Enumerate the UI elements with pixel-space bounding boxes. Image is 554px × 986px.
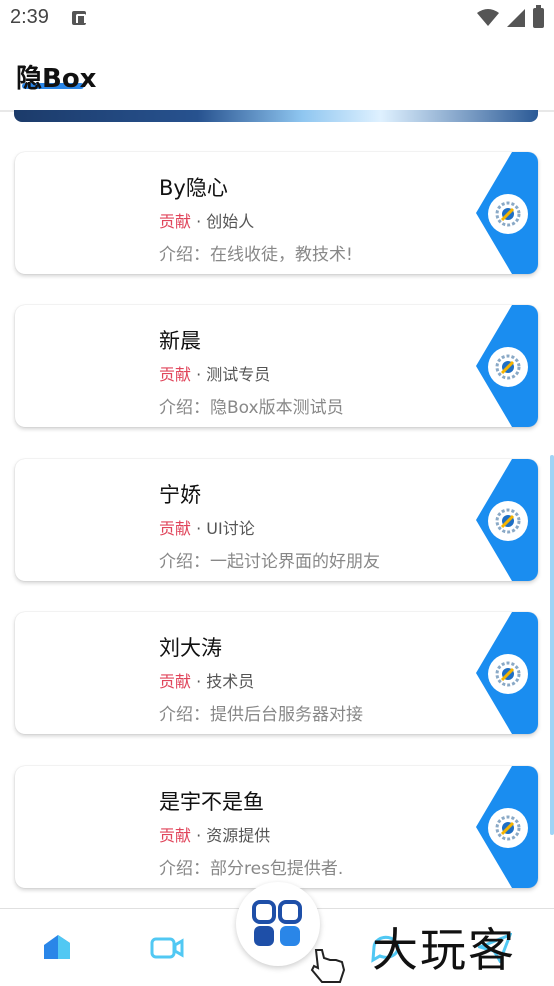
- member-intro: 介绍：隐Box版本测试员: [159, 398, 344, 418]
- member-card[interactable]: 是宇不是鱼 贡献 · 资源提供 介绍：部分res包提供者.: [15, 766, 538, 888]
- member-card[interactable]: By隐心 贡献 · 创始人 介绍：在线收徒，教技术!: [15, 152, 538, 274]
- member-name: 宁娇: [159, 483, 201, 507]
- banner-image[interactable]: [14, 110, 538, 122]
- member-role: 贡献 · UI讨论: [159, 515, 255, 539]
- member-intro: 介绍：提供后台服务器对接: [159, 705, 363, 725]
- settings-avatar-icon: [488, 501, 528, 541]
- role-tag: 贡献: [159, 519, 192, 538]
- settings-avatar-icon: [488, 194, 528, 234]
- member-name: By隐心: [159, 176, 228, 200]
- member-role: 贡献 · 技术员: [159, 668, 254, 692]
- status-bar: 2:39: [0, 0, 554, 38]
- role-text: · UI讨论: [191, 519, 255, 538]
- settings-avatar-icon: [488, 347, 528, 387]
- role-text: · 创始人: [191, 212, 255, 231]
- status-time: 2:39: [10, 6, 49, 28]
- role-tag: 贡献: [159, 826, 192, 845]
- member-name: 新晨: [159, 329, 201, 353]
- battery-icon: [533, 5, 544, 28]
- member-intro: 介绍：部分res包提供者.: [159, 859, 344, 879]
- status-icons: [477, 5, 544, 28]
- settings-avatar-icon: [488, 808, 528, 848]
- scrollbar[interactable]: [550, 455, 554, 835]
- member-role: 贡献 · 测试专员: [159, 361, 270, 385]
- member-name: 刘大涛: [159, 636, 222, 660]
- pointer-hand-icon: [310, 949, 346, 983]
- settings-avatar-icon: [488, 654, 528, 694]
- member-card[interactable]: 新晨 贡献 · 测试专员 介绍：隐Box版本测试员: [15, 305, 538, 427]
- notification-app-icon: [72, 11, 86, 25]
- role-tag: 贡献: [159, 365, 192, 384]
- role-tag: 贡献: [159, 672, 192, 691]
- role-text: · 技术员: [191, 672, 255, 691]
- page-title: 隐Box: [16, 64, 97, 94]
- member-intro: 介绍：一起讨论界面的好朋友: [159, 552, 380, 572]
- role-text: · 测试专员: [191, 365, 271, 384]
- wifi-icon: [477, 9, 499, 26]
- member-name: 是宇不是鱼: [159, 790, 264, 814]
- watermark-text: 大玩客: [372, 923, 516, 977]
- signal-icon: [507, 9, 525, 27]
- role-text: · 资源提供: [191, 826, 271, 845]
- member-role: 贡献 · 创始人: [159, 208, 254, 232]
- app-bar: 隐Box: [0, 38, 554, 110]
- home-icon[interactable]: [40, 933, 74, 963]
- video-icon[interactable]: [150, 933, 184, 963]
- member-intro: 介绍：在线收徒，教技术!: [159, 245, 353, 265]
- role-tag: 贡献: [159, 212, 192, 231]
- member-role: 贡献 · 资源提供: [159, 822, 270, 846]
- member-card[interactable]: 刘大涛 贡献 · 技术员 介绍：提供后台服务器对接: [15, 612, 538, 734]
- member-card[interactable]: 宁娇 贡献 · UI讨论 介绍：一起讨论界面的好朋友: [15, 459, 538, 581]
